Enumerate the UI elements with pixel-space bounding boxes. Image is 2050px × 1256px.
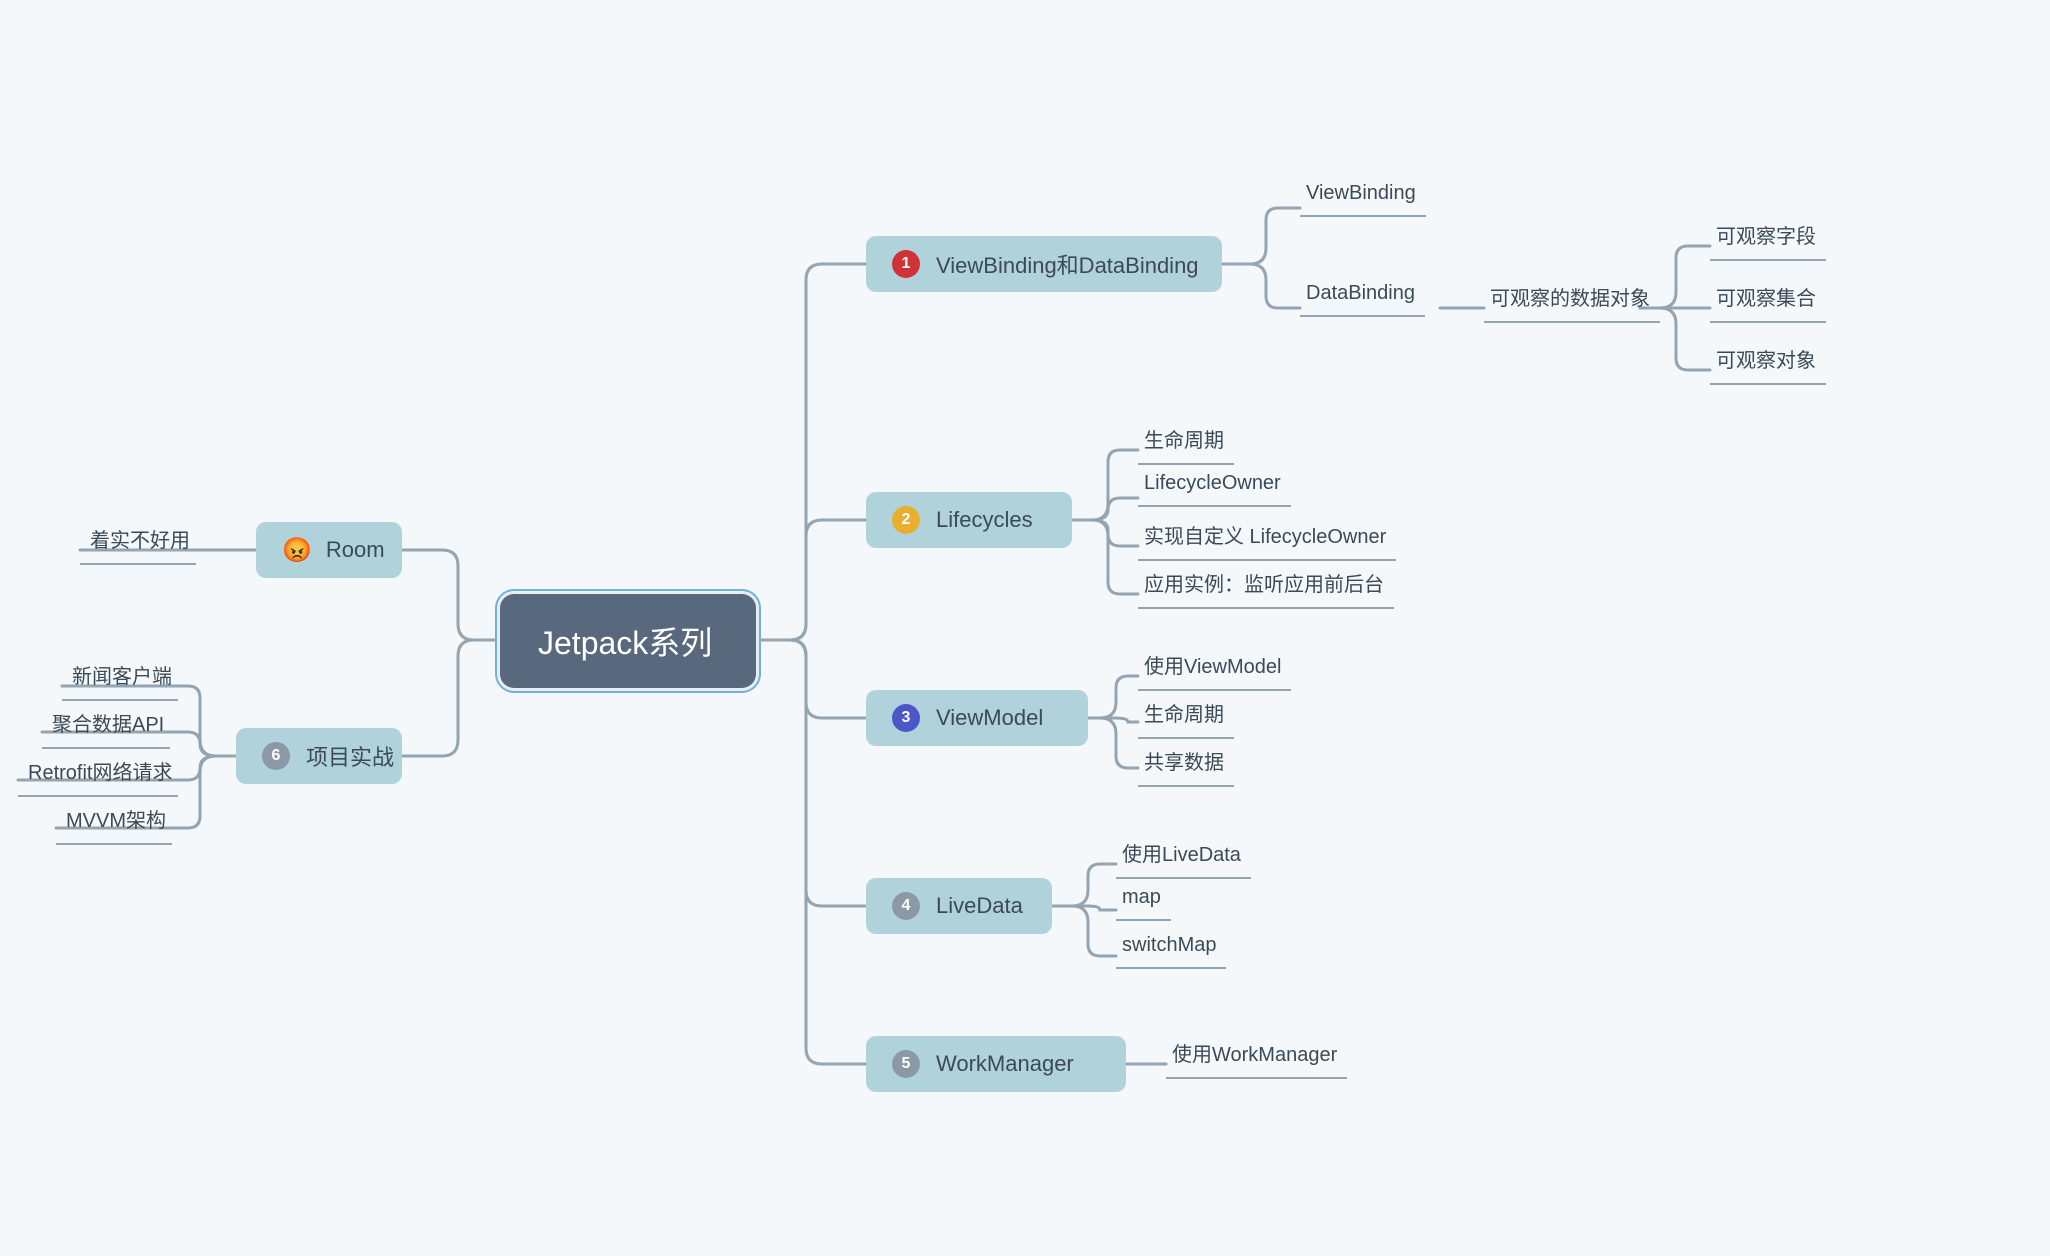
node-livedata[interactable]: 4 LiveData [866,878,1052,934]
badge-4-icon: 4 [892,892,920,920]
leaf-proj-4[interactable]: MVVM架构 [56,798,172,845]
leaf-observable-dataobj[interactable]: 可观察的数据对象 [1484,276,1660,323]
leaf-lifecycle-1[interactable]: 生命周期 [1138,418,1234,465]
badge-3-icon: 3 [892,704,920,732]
node-label: ViewModel [936,705,1043,731]
node-viewmodel[interactable]: 3 ViewModel [866,690,1088,746]
badge-5-icon: 5 [892,1050,920,1078]
leaf-databinding[interactable]: DataBinding [1300,276,1425,317]
leaf-ld-3[interactable]: switchMap [1116,928,1226,969]
leaf-obs-collection[interactable]: 可观察集合 [1710,276,1826,323]
leaf-proj-1[interactable]: 新闻客户端 [62,654,178,701]
badge-2-icon: 2 [892,506,920,534]
node-label: ViewBinding和DataBinding [936,248,1199,280]
leaf-vm-3[interactable]: 共享数据 [1138,740,1234,787]
node-label: WorkManager [936,1051,1074,1077]
leaf-wm-1[interactable]: 使用WorkManager [1166,1032,1347,1079]
leaf-vm-1[interactable]: 使用ViewModel [1138,644,1291,691]
leaf-proj-3[interactable]: Retrofit网络请求 [18,750,178,797]
root-node[interactable]: Jetpack系列 [502,596,754,686]
badge-1-icon: 1 [892,250,920,278]
leaf-lifecycle-4[interactable]: 应用实例：监听应用前后台 [1138,562,1394,609]
node-lifecycles[interactable]: 2 Lifecycles [866,492,1072,548]
leaf-obs-object[interactable]: 可观察对象 [1710,338,1826,385]
leaf-proj-2[interactable]: 聚合数据API [42,702,170,749]
leaf-room-1[interactable]: 着实不好用 [80,518,196,565]
node-workmanager[interactable]: 5 WorkManager [866,1036,1126,1092]
leaf-vm-2[interactable]: 生命周期 [1138,692,1234,739]
leaf-ld-2[interactable]: map [1116,880,1171,921]
node-viewbinding-databinding[interactable]: 1 ViewBinding和DataBinding [866,236,1222,292]
leaf-obs-field[interactable]: 可观察字段 [1710,214,1826,261]
node-label: 项目实战 [306,740,394,772]
root-label: Jetpack系列 [538,618,712,664]
leaf-ld-1[interactable]: 使用LiveData [1116,832,1251,879]
angry-emoji-icon: 😡 [282,536,312,565]
node-label: LiveData [936,893,1023,919]
node-room[interactable]: 😡 Room [256,522,402,578]
leaf-lifecycle-3[interactable]: 实现自定义 LifecycleOwner [1138,514,1396,561]
node-label: Lifecycles [936,507,1033,533]
leaf-viewbinding[interactable]: ViewBinding [1300,176,1426,217]
badge-6-icon: 6 [262,742,290,770]
node-label: Room [326,537,385,563]
node-project[interactable]: 6 项目实战 [236,728,402,784]
leaf-lifecycle-2[interactable]: LifecycleOwner [1138,466,1291,507]
